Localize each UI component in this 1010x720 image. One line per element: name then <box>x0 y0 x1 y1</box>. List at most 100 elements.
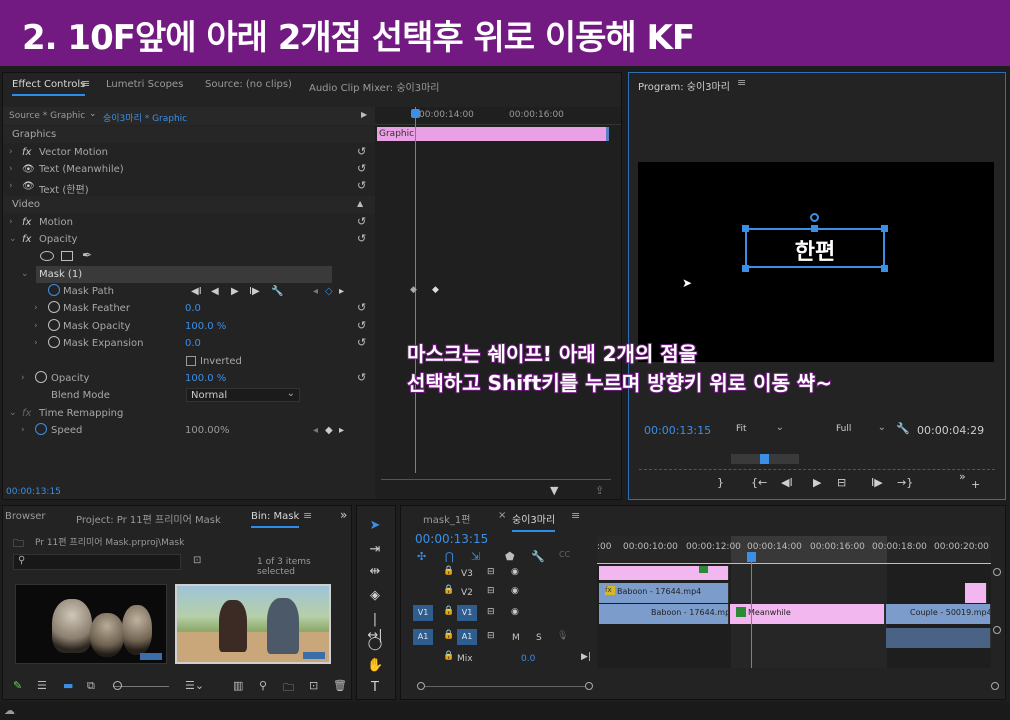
ruler-playhead[interactable] <box>747 552 756 562</box>
tab-lumetri-scopes[interactable]: Lumetri Scopes <box>106 79 183 90</box>
bbox-handle[interactable] <box>881 265 888 272</box>
snap-icon[interactable]: ⋂ <box>445 550 454 563</box>
linked-select-icon[interactable]: ⇲ <box>471 550 480 563</box>
new-item-icon[interactable]: ⊡ <box>309 679 318 692</box>
eye-icon[interactable]: 👁 <box>22 181 35 192</box>
hand-tool-icon[interactable]: ✋ <box>367 658 383 674</box>
nest-icon[interactable]: ✣ <box>417 550 426 563</box>
add-button-icon[interactable]: + <box>971 478 980 491</box>
lock-icon[interactable]: 🔒 <box>443 606 454 616</box>
track-area[interactable]: Baboon - 17644.mp4 fx Baboon - 17644.mp4… <box>597 562 991 668</box>
clip-v2-right[interactable] <box>965 583 987 603</box>
clip-v3[interactable] <box>599 566 729 580</box>
row-text-meanwhile[interactable]: › 👁 Text (Meanwhile) ↺ <box>3 161 375 178</box>
step-backward-icon[interactable]: ◀ <box>211 286 219 297</box>
wrench-icon[interactable]: 🔧 <box>531 550 545 563</box>
text-bounding-box[interactable]: 한편 <box>745 228 885 268</box>
reset-icon[interactable]: ↺ <box>357 337 369 349</box>
next-keyframe-icon[interactable]: ▸ <box>339 425 344 436</box>
clip-thumbnail-baboon[interactable] <box>15 584 167 664</box>
play-icon[interactable]: ▶ <box>231 286 239 297</box>
row-inverted[interactable]: Inverted <box>3 353 375 370</box>
reset-icon[interactable]: ↺ <box>357 233 369 245</box>
sync-icon[interactable]: ⊟ <box>487 631 495 641</box>
ec-playhead-handle[interactable] <box>411 109 420 118</box>
stopwatch-icon[interactable] <box>35 371 47 383</box>
ec-timeline[interactable]: 00:00:14:00 00:00:16:00 Graphic ◆ ◆ <box>375 107 621 499</box>
loop-icon[interactable]: ⊟ <box>837 476 846 489</box>
close-icon[interactable]: × <box>498 510 506 521</box>
track-scroll-dot[interactable] <box>993 568 1001 576</box>
keyframe-icon[interactable]: ◆ <box>432 285 439 295</box>
track-mask-backward-icon[interactable]: ◀I <box>191 286 202 297</box>
next-keyframe-icon[interactable]: ▸ <box>339 286 344 297</box>
row-blend-mode[interactable]: Blend Mode Normal ⌄ <box>3 387 375 404</box>
row-mask-path[interactable]: Mask Path ◀I ◀ ▶ I▶ 🔧 ◂ ◇ ▸ <box>3 283 375 300</box>
bbox-handle[interactable] <box>811 225 818 232</box>
mask-opacity-value[interactable]: 100.0 % <box>185 321 226 332</box>
timeline-playhead[interactable] <box>751 562 752 668</box>
prev-keyframe-icon[interactable]: ◂ <box>313 425 318 436</box>
source-patch-v1[interactable]: V1 <box>413 605 433 621</box>
pen-mask-icon[interactable]: ✒ <box>82 248 92 262</box>
mark-in-icon[interactable]: } <box>717 476 724 489</box>
lock-icon[interactable]: 🔒 <box>443 651 454 661</box>
track-select-icon[interactable]: ⇥ <box>367 542 383 558</box>
track-mask-forward-icon[interactable]: I▶ <box>249 286 260 297</box>
bbox-handle[interactable] <box>742 265 749 272</box>
export-icon[interactable]: ⇪ <box>595 484 604 497</box>
reset-icon[interactable]: ↺ <box>357 372 369 384</box>
tab-project[interactable]: Project: Pr 11편 프리미어 Mask <box>76 511 221 526</box>
opacity-value[interactable]: 100.0 % <box>185 373 226 384</box>
icon-view-icon[interactable]: ▬ <box>63 679 73 692</box>
ec-timecode[interactable]: 00:00:13:15 <box>6 487 61 497</box>
bbox-handle[interactable] <box>742 225 749 232</box>
stopwatch-icon[interactable] <box>48 301 60 313</box>
wrench-icon[interactable]: 🔧 <box>271 286 283 297</box>
search-input[interactable]: ⚲ <box>13 554 181 570</box>
program-canvas[interactable]: 한편 ➤ <box>638 162 994 362</box>
rectangle-mask-icon[interactable] <box>61 251 73 261</box>
fit-select[interactable]: Fit ⌄ <box>732 422 784 438</box>
razor-tool-icon[interactable]: ◈ <box>367 588 383 604</box>
keyframe-icon[interactable]: ◆ <box>410 285 417 295</box>
eye-icon[interactable]: 👁 <box>22 164 35 175</box>
sequence-label[interactable]: 숭이3마리 * Graphic <box>103 111 187 124</box>
clip-v1-meanwhile[interactable]: Meanwhile <box>730 604 885 624</box>
expand-arrow-icon[interactable]: › <box>34 321 38 331</box>
expand-arrow-icon[interactable]: › <box>34 303 38 313</box>
eye-icon[interactable]: ◉ <box>511 607 519 617</box>
microphone-icon[interactable]: 🎙 <box>557 631 568 641</box>
chevron-down-icon[interactable]: ⌄ <box>89 109 97 119</box>
panel-menu-icon[interactable]: ≡ <box>81 77 90 90</box>
row-mask-expansion[interactable]: › Mask Expansion 0.0 ↺ <box>3 335 375 352</box>
expand-arrow-icon[interactable]: › <box>21 425 25 435</box>
track-target-a1[interactable]: A1 <box>457 629 477 645</box>
pen-tool-icon[interactable]: ◯ <box>367 636 383 652</box>
program-scrubber[interactable] <box>639 454 995 470</box>
filter-icon[interactable]: ▼ <box>550 484 558 497</box>
slip-tool-icon[interactable]: |↔| <box>367 612 383 643</box>
go-to-end-icon[interactable]: ▶| <box>581 652 591 662</box>
clip-thumbnail-couple[interactable] <box>175 584 331 664</box>
play-arrow-icon[interactable]: ▶ <box>361 110 367 119</box>
ec-scrollbar[interactable] <box>381 479 611 485</box>
step-back-icon[interactable]: ◀I <box>781 476 793 489</box>
ellipse-mask-icon[interactable] <box>40 251 54 261</box>
tab-source[interactable]: Source: (no clips) <box>205 79 292 90</box>
reset-icon[interactable]: ↺ <box>357 163 369 175</box>
tab-effect-controls[interactable]: Effect Controls <box>12 79 86 96</box>
panel-menu-icon[interactable]: ≡ <box>737 76 746 89</box>
cloud-sync-icon[interactable]: ☁ <box>4 704 15 717</box>
row-mask-feather[interactable]: › Mask Feather 0.0 ↺ <box>3 300 375 317</box>
freeform-view-icon[interactable]: ⧉ <box>87 679 95 693</box>
more-icon[interactable]: » <box>340 508 347 522</box>
row-mask-opacity[interactable]: › Mask Opacity 100.0 % ↺ <box>3 318 375 335</box>
mask-feather-value[interactable]: 0.0 <box>185 303 201 314</box>
go-to-out-icon[interactable]: →} <box>897 476 913 489</box>
graphic-clip-bar[interactable]: Graphic <box>377 127 609 141</box>
tab-browser[interactable]: Browser <box>5 511 46 522</box>
sync-icon[interactable]: ⊟ <box>487 567 495 577</box>
row-time-remapping[interactable]: ⌄ fx Time Remapping <box>3 405 375 422</box>
panel-menu-icon[interactable]: ≡ <box>303 509 312 522</box>
